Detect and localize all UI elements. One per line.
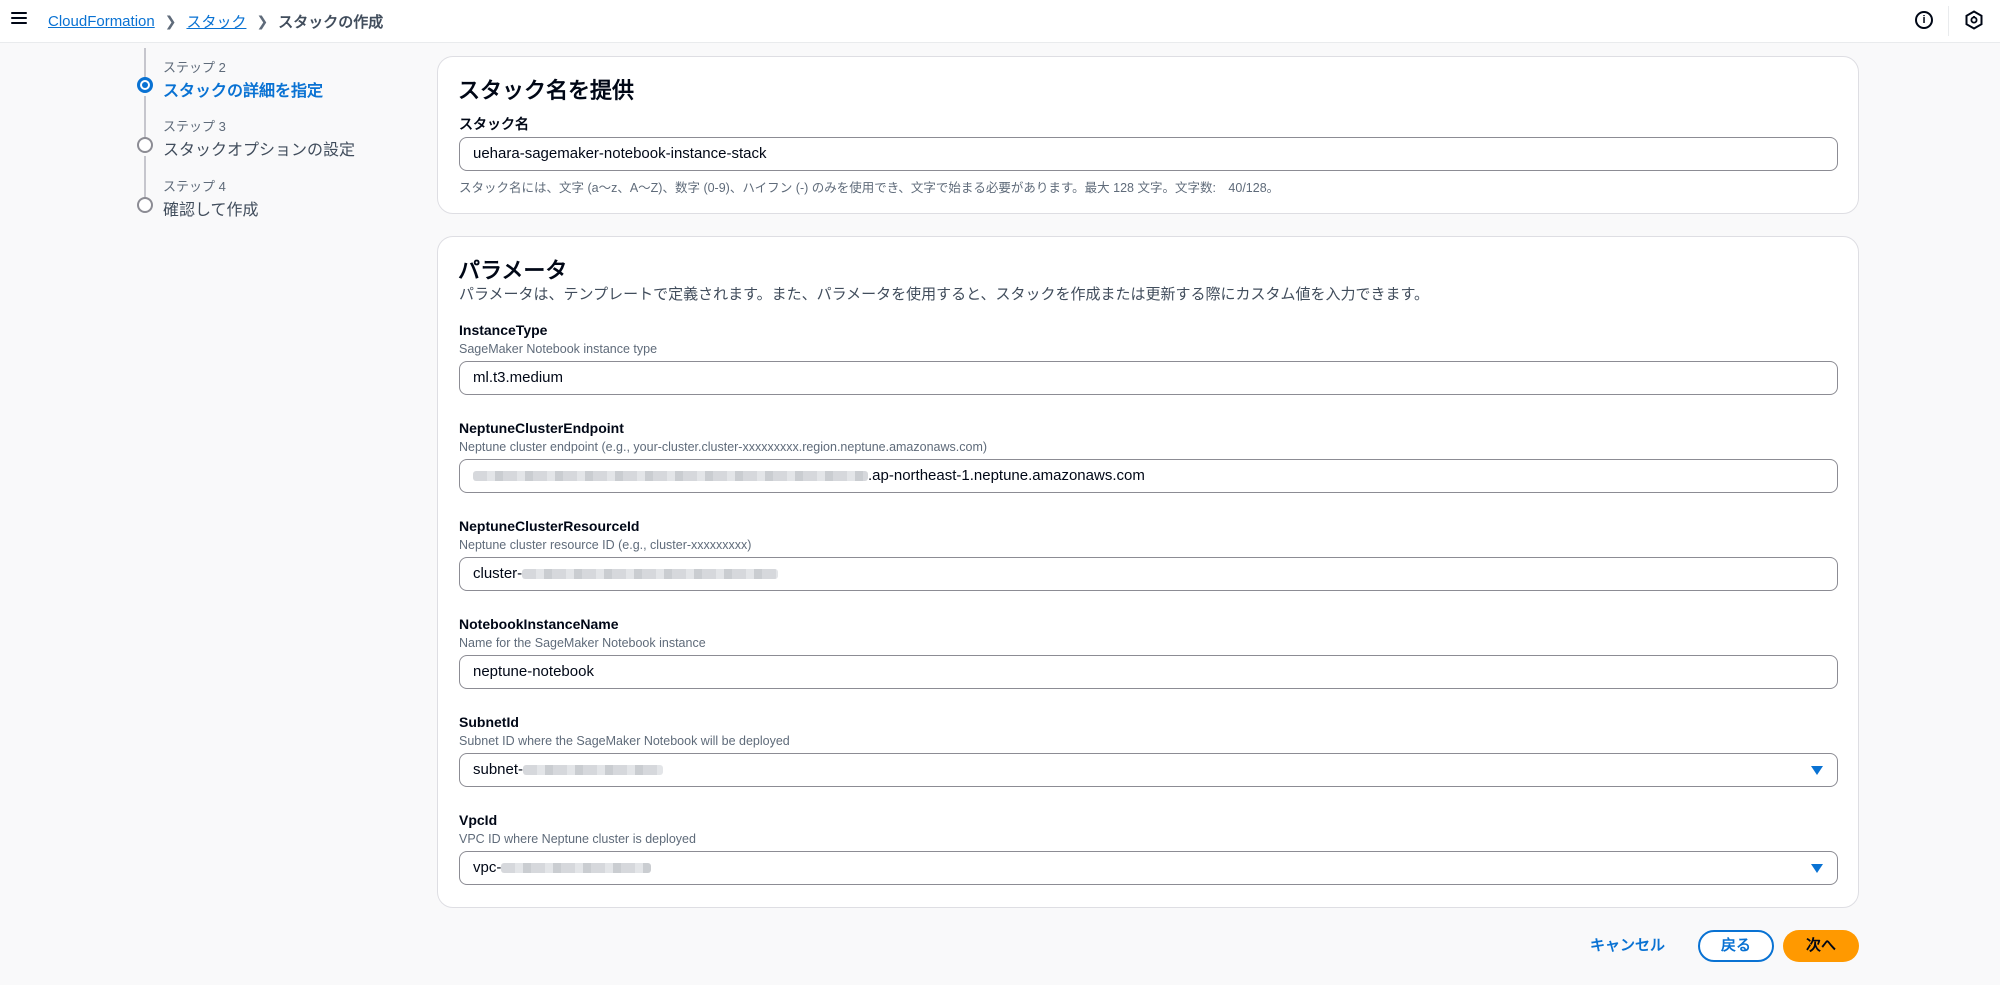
stack-name-panel: スタック名を提供 スタック名 uehara-sagemaker-notebook…	[437, 56, 1859, 214]
caret-down-icon	[1811, 864, 1823, 873]
top-navigation-bar: CloudFormation ❯ スタック ❯ スタックの作成 i	[0, 0, 2000, 43]
neptune-endpoint-label: NeptuneClusterEndpoint	[459, 420, 624, 436]
neptune-endpoint-description: Neptune cluster endpoint (e.g., your-clu…	[459, 440, 988, 454]
neptune-resource-id-description: Neptune cluster resource ID (e.g., clust…	[459, 538, 752, 552]
select-value: subnet-	[473, 761, 524, 778]
subnet-id-select[interactable]: subnet-	[459, 753, 1838, 787]
breadcrumb-current: スタックの作成	[278, 14, 384, 31]
input-value: cluster-	[473, 565, 523, 582]
step-title: スタックオプションの設定	[163, 142, 356, 159]
neptune-resource-id-label: NeptuneClusterResourceId	[459, 518, 640, 534]
step-number: ステップ 2	[163, 60, 226, 75]
step-number: ステップ 4	[163, 179, 226, 194]
step-title: スタックの詳細を指定	[163, 83, 324, 100]
next-button[interactable]: 次へ	[1783, 930, 1859, 962]
step-connector	[144, 96, 146, 142]
redacted-value	[473, 471, 868, 482]
breadcrumb: CloudFormation ❯ スタック ❯ スタックの作成	[48, 11, 383, 32]
panel-title: スタック名を提供	[458, 78, 635, 103]
instance-type-description: SageMaker Notebook instance type	[459, 342, 658, 356]
step-title: 確認して作成	[163, 202, 259, 219]
subnet-id-label: SubnetId	[459, 714, 519, 730]
input-value: .ap-northeast-1.neptune.amazonaws.com	[868, 467, 1145, 484]
caret-down-icon	[1811, 766, 1823, 775]
parameters-description: パラメータは、テンプレートで定義されます。また、パラメータを使用すると、スタック…	[459, 286, 1430, 303]
breadcrumb-stacks[interactable]: スタック	[186, 11, 246, 32]
vpc-id-select[interactable]: vpc-	[459, 851, 1838, 885]
info-icon[interactable]: i	[1915, 11, 1933, 29]
instance-type-input[interactable]: ml.t3.medium	[459, 361, 1838, 395]
cancel-button[interactable]: キャンセル	[1590, 934, 1665, 955]
redacted-value	[501, 863, 652, 874]
notebook-name-input[interactable]: neptune-notebook	[459, 655, 1838, 689]
input-value: ml.t3.medium	[473, 369, 564, 386]
divider	[1948, 6, 1949, 36]
step-active-icon	[137, 77, 153, 93]
stack-name-input[interactable]: uehara-sagemaker-notebook-instance-stack	[459, 137, 1838, 171]
stack-name-hint: スタック名には、文字 (a〜z、A〜Z)、数字 (0-9)、ハイフン (-) の…	[459, 181, 1280, 195]
breadcrumb-cloudformation[interactable]: CloudFormation	[48, 13, 155, 30]
neptune-resource-id-input[interactable]: cluster-	[459, 557, 1838, 591]
hexagon-settings-icon[interactable]	[1964, 10, 1984, 30]
vpc-id-label: VpcId	[459, 812, 498, 828]
step-pending-icon	[137, 197, 153, 213]
panel-title: パラメータ	[458, 258, 568, 283]
instance-type-label: InstanceType	[459, 322, 548, 338]
neptune-endpoint-input[interactable]: .ap-northeast-1.neptune.amazonaws.com	[459, 459, 1838, 493]
subnet-id-description: Subnet ID where the SageMaker Notebook w…	[459, 734, 790, 748]
stack-name-label: スタック名	[459, 116, 529, 132]
select-value: vpc-	[473, 859, 502, 876]
hamburger-menu-icon[interactable]	[10, 10, 28, 28]
notebook-name-label: NotebookInstanceName	[459, 616, 619, 632]
vpc-id-description: VPC ID where Neptune cluster is deployed	[459, 832, 696, 846]
step-number: ステップ 3	[163, 119, 226, 134]
chevron-right-icon: ❯	[164, 13, 177, 29]
parameters-panel: パラメータ パラメータは、テンプレートで定義されます。また、パラメータを使用する…	[437, 236, 1859, 908]
back-button[interactable]: 戻る	[1698, 930, 1774, 962]
step-pending-icon	[137, 137, 153, 153]
redacted-value	[522, 569, 779, 580]
notebook-name-description: Name for the SageMaker Notebook instance	[459, 636, 706, 650]
chevron-right-icon: ❯	[256, 13, 269, 29]
input-value: neptune-notebook	[473, 663, 594, 680]
redacted-value	[523, 765, 664, 776]
